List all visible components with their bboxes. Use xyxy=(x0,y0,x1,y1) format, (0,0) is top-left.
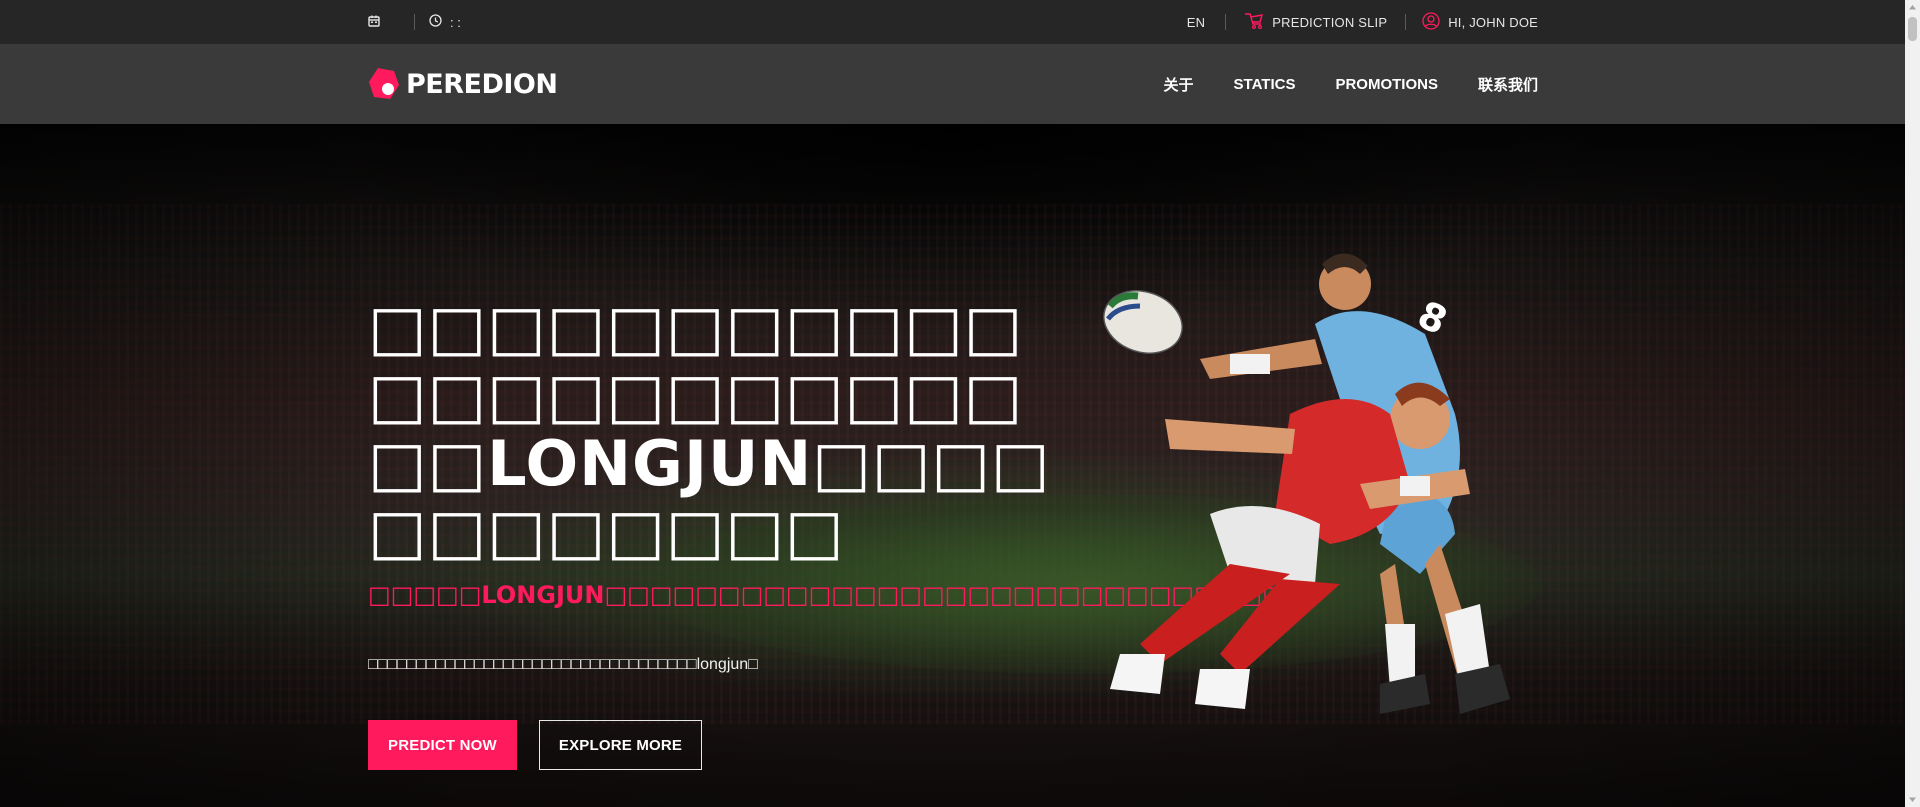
main-nav: PEREDION 关于 STATICS PROMOTIONS 联系我们 xyxy=(0,44,1905,124)
logo[interactable]: PEREDION xyxy=(368,67,558,101)
top-bar: : : EN PREDICTION SLIP HI, JOHN DOE xyxy=(0,0,1905,44)
nav-item-statics[interactable]: STATICS xyxy=(1234,76,1296,93)
language-label: EN xyxy=(1186,14,1206,30)
calendar-icon xyxy=(368,15,380,30)
hero-banner: □□□□□□□□□□□□□□□□□□□□□□□□LONGJUN□□□□□□□□□… xyxy=(0,124,1905,807)
page: : : EN PREDICTION SLIP HI, JOHN DOE PERE… xyxy=(0,0,1920,807)
scroll-down-icon[interactable] xyxy=(1905,792,1920,807)
ticket-icon xyxy=(1244,12,1264,33)
user-circle-icon xyxy=(1422,11,1440,33)
scroll-thumb[interactable] xyxy=(1908,17,1917,41)
nav-item-promotions[interactable]: PROMOTIONS xyxy=(1335,76,1438,93)
divider xyxy=(1225,14,1227,30)
prediction-slip-label: PREDICTION SLIP xyxy=(1272,14,1388,30)
time-display: : : xyxy=(429,14,461,30)
prediction-slip-link[interactable]: PREDICTION SLIP xyxy=(1244,12,1387,33)
hero-content: □□□□□□□□□□□□□□□□□□□□□□□□LONGJUN□□□□□□□□□… xyxy=(368,291,1285,770)
logo-text: PEREDION xyxy=(406,68,558,100)
predict-now-button[interactable]: PREDICT NOW xyxy=(368,720,517,770)
logo-mark-icon xyxy=(368,67,400,101)
hero-title: □□□□□□□□□□□□□□□□□□□□□□□□LONGJUN□□□□□□□□□… xyxy=(368,291,1051,568)
hero-buttons: PREDICT NOW EXPLORE MORE xyxy=(368,720,1058,770)
user-greeting: HI, JOHN DOE xyxy=(1448,14,1538,30)
rugby-players-illustration: 8 xyxy=(1060,244,1620,754)
nav-item-contact[interactable]: 联系我们 xyxy=(1478,74,1538,95)
time-text: : : xyxy=(450,14,461,30)
divider xyxy=(414,14,415,30)
language-selector[interactable]: EN xyxy=(1187,15,1205,30)
date-display xyxy=(368,15,388,30)
user-account-link[interactable]: HI, JOHN DOE xyxy=(1422,11,1538,33)
explore-more-button[interactable]: EXPLORE MORE xyxy=(538,720,703,770)
scroll-up-icon[interactable] xyxy=(1905,0,1920,15)
nav-item-about[interactable]: 关于 xyxy=(1164,74,1194,95)
page-scrollbar[interactable] xyxy=(1905,0,1920,807)
hero-description: □□□□□□□□□□□□□□□□□□□□□□□□□□□□□□□□□□longju… xyxy=(368,656,758,673)
hero-subtitle: □□□□□LONGJUN□□□□□□□□□□□□□□□□□□□□□□□□□□□□… xyxy=(368,581,1285,609)
nav-menu: 关于 STATICS PROMOTIONS 联系我们 xyxy=(1164,74,1539,95)
clock-icon xyxy=(429,14,442,30)
divider xyxy=(1405,14,1407,30)
rugby-ball-icon xyxy=(1103,290,1183,354)
